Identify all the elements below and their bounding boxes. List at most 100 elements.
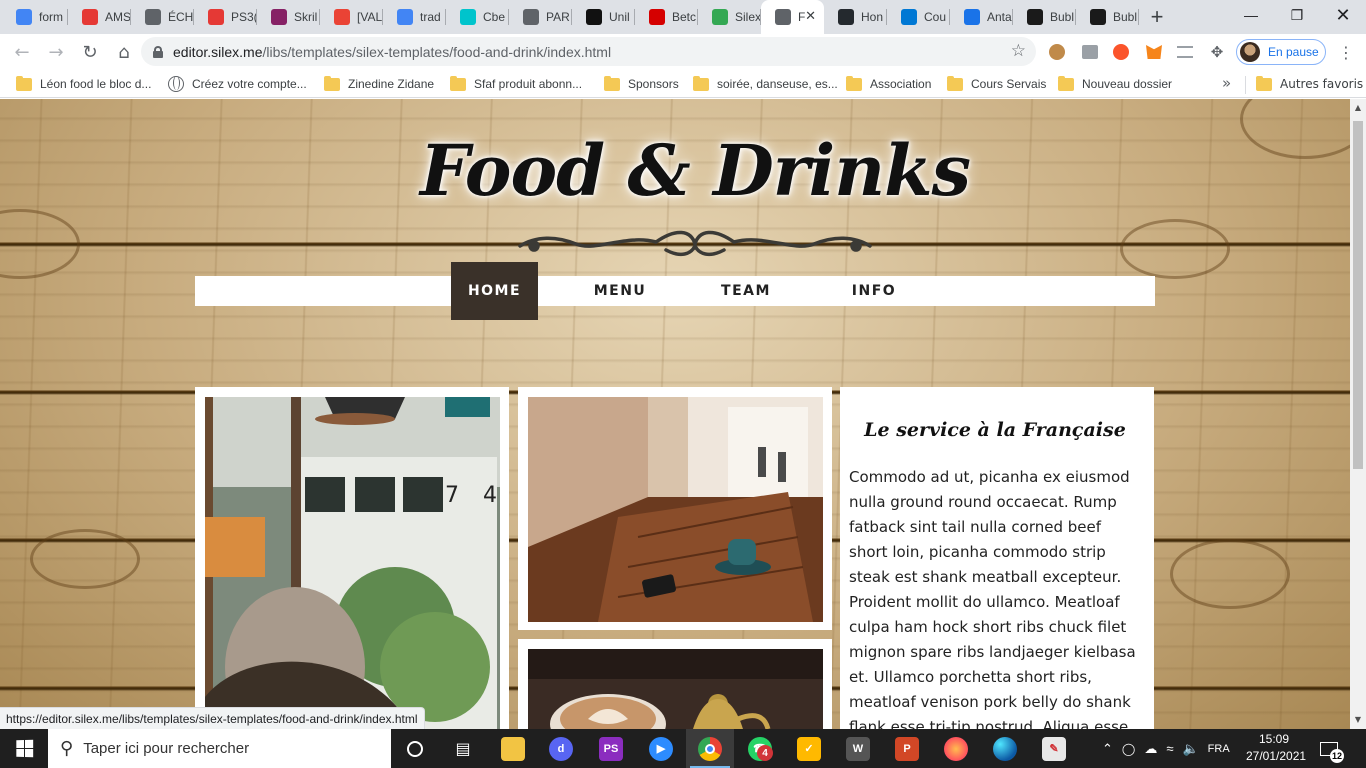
close-tab-icon[interactable]: ✕ [805,9,816,24]
bookmark-item[interactable]: Association [846,75,931,92]
a-logo-icon [964,9,980,25]
phpstorm-icon[interactable]: PS [587,729,635,768]
bookmark-label: Sponsors [628,77,679,91]
bookmark-item[interactable]: Sponsors [604,75,679,92]
chrome-icon[interactable] [686,729,734,768]
outlook-icon [901,9,917,25]
address-bar[interactable]: editor.silex.me/libs/templates/silex-tem… [141,37,1036,66]
url-text[interactable]: editor.silex.me/libs/templates/silex-tem… [173,44,611,60]
more-menu-icon[interactable]: ⋮ [1338,40,1354,64]
close-window-icon[interactable]: ✕ [1320,0,1366,30]
wamp-icon[interactable]: W [834,729,882,768]
folder-icon [846,75,862,91]
tab-title: Skril [294,10,318,24]
powerpoint-icon[interactable]: P [883,729,931,768]
bubble-icon [1090,9,1106,25]
bookmark-item[interactable]: Cours Servais [947,75,1046,92]
discord-icon[interactable]: d [537,729,585,768]
browser-tab[interactable]: [VAL [320,0,383,34]
browser-tab[interactable]: PAR [509,0,572,34]
todo-icon[interactable]: ✓ [785,729,833,768]
browser-tab[interactable]: Cou [887,0,950,34]
folder-icon [693,75,709,91]
silex-icon [712,9,728,25]
tab-title: Hon [861,10,884,24]
forward-icon[interactable]: → [40,36,72,68]
browser-tab[interactable]: Silex [698,0,761,34]
browser-tab[interactable]: trad [383,0,446,34]
tab-title: Unil [609,10,630,24]
folder-icon [604,75,620,91]
lock-icon[interactable] [153,45,163,58]
reload-icon[interactable]: ↻ [74,36,106,68]
metamask-extension-icon[interactable] [1143,41,1165,63]
tray-app-icon[interactable]: ◯ [1122,742,1135,756]
puzzle-extensions-icon[interactable]: ✥ [1206,41,1228,63]
scrollbar-thumb[interactable] [1353,121,1363,469]
browser-tab[interactable]: AMS [68,0,131,34]
ps-logo-icon [208,9,224,25]
taskbar-search[interactable]: ⚲ Taper ici pour rechercher [48,729,391,768]
zoom-icon[interactable]: ▶ [637,729,685,768]
bookmark-item[interactable]: Zinedine Zidane [324,75,434,92]
divider-ornament [518,230,872,257]
bookmark-item[interactable]: Créez votre compte... [168,76,307,92]
browser-tab[interactable]: ÉCH [131,0,194,34]
browser-tab[interactable]: Betc [635,0,698,34]
browser-tab[interactable]: F ✕ [761,0,824,34]
profile-button[interactable]: En pause [1236,39,1326,65]
nav-item-info[interactable]: INFO [822,276,926,306]
cookie-extension-icon[interactable] [1046,41,1068,63]
browser-tab[interactable]: Bubl [1076,0,1139,34]
start-button[interactable] [0,729,48,768]
nav-item-team[interactable]: TEAM [700,276,792,306]
bookmarks-overflow-icon[interactable]: » [1222,74,1231,92]
maximize-icon[interactable]: ❐ [1274,0,1320,30]
bookmark-item[interactable]: Léon food le bloc d... [16,75,152,92]
bookmark-label: Léon food le bloc d... [40,77,152,91]
other-bookmarks-folder[interactable]: Autres favoris [1256,75,1363,92]
browser-tab[interactable]: form [0,0,68,34]
browser-tab[interactable]: Hon [824,0,887,34]
tab-strip: form AMS ÉCH PS3( Skril [VAL trad Cbe PAR Unil Bet… [0,0,1366,34]
nav-item-home[interactable]: HOME [451,262,538,320]
scroll-down-arrow-icon[interactable]: ▼ [1350,711,1366,727]
page-scrollbar[interactable]: ▲ ▼ [1350,99,1366,729]
wifi-icon[interactable]: ≈ [1166,741,1173,756]
volume-icon[interactable]: 🔈 [1182,741,1198,757]
folder-icon [1058,75,1074,91]
cortana-icon[interactable] [391,729,439,768]
taskbar-clock[interactable]: 15:09 27/01/2021 [1246,731,1306,765]
brave-extension-icon[interactable] [1110,41,1132,63]
firefox-icon[interactable] [932,729,980,768]
browser-tab[interactable]: Skril [257,0,320,34]
browser-tab[interactable]: Unil [572,0,635,34]
home-icon[interactable]: ⌂ [108,36,140,68]
file-explorer-icon[interactable] [489,729,537,768]
scroll-up-arrow-icon[interactable]: ▲ [1350,99,1366,115]
browser-tab[interactable]: PS3( [194,0,257,34]
tab-title: form [39,10,63,24]
tray-overflow-icon[interactable]: ⌃ [1102,741,1113,757]
bookmark-item[interactable]: Nouveau dossier [1058,75,1172,92]
nav-item-menu[interactable]: MENU [560,276,680,306]
new-tab-button[interactable]: + [1139,0,1175,34]
onedrive-icon[interactable]: ☁ [1144,741,1157,757]
bookmark-star-icon[interactable]: ☆ [1011,41,1026,61]
whatsapp-badge: 4 [757,745,773,761]
bookmark-item[interactable]: soirée, danseuse, es... [693,75,838,92]
task-view-icon[interactable]: ▤ [439,729,487,768]
edge-icon[interactable] [981,729,1029,768]
paint-icon[interactable]: ✎ [1030,729,1078,768]
minimize-icon[interactable]: — [1228,0,1274,30]
u-logo-icon [586,9,602,25]
browser-tab[interactable]: Anta [950,0,1013,34]
browser-tab[interactable]: Bubl [1013,0,1076,34]
language-icon[interactable]: FRA [1208,743,1230,755]
code-extension-icon[interactable] [1079,41,1101,63]
reading-list-extension-icon[interactable] [1174,41,1196,63]
back-icon[interactable]: ← [6,36,38,68]
bookmark-item[interactable]: Sfaf produit abonn... [450,75,582,92]
browser-tab[interactable]: Cbe [446,0,509,34]
notification-center-icon[interactable]: 12 [1320,729,1344,768]
